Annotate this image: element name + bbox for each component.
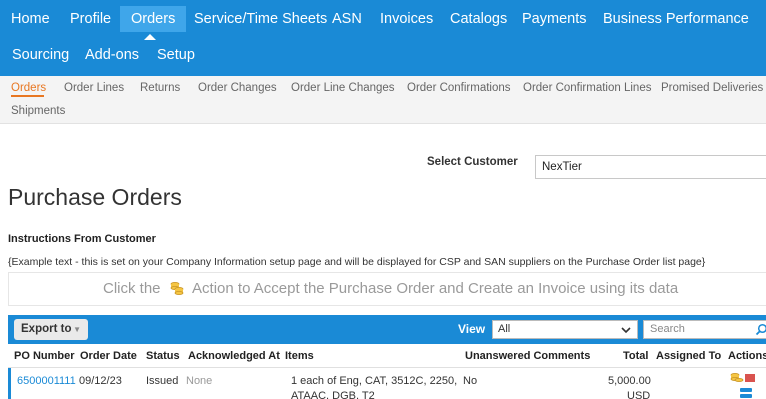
reject-icon[interactable] [745, 372, 755, 387]
view-label: View [458, 322, 486, 336]
subnav-order-lines[interactable]: Order Lines [64, 82, 124, 94]
total-currency: USD [627, 390, 651, 399]
subnav-shipments[interactable]: Shipments [11, 105, 65, 117]
items-line-1: 1 each of Eng, CAT, 3512C, 2250, [291, 375, 458, 387]
nav-add-ons[interactable]: Add-ons [74, 42, 150, 68]
nav-service-time-sheets[interactable]: Service/Time Sheets [183, 6, 338, 32]
subnav-order-confirmation-lines[interactable]: Order Confirmation Lines [523, 82, 651, 94]
instructions-text: {Example text - this is set on your Comp… [8, 256, 706, 268]
table-row: 6500001111 09/12/23 Issued None 1 each o… [8, 368, 766, 399]
col-total[interactable]: Total [623, 350, 648, 362]
subnav-promised-deliveries[interactable]: Promised Deliveries [661, 82, 763, 94]
chevron-down-icon: ▼ [73, 325, 81, 334]
banner-text-before: Click the [103, 280, 161, 297]
chevron-down-icon [621, 324, 631, 341]
nav-business-performance[interactable]: Business Performance [592, 6, 760, 32]
view-select[interactable]: All [492, 320, 638, 339]
active-tab-underline [11, 95, 44, 97]
table-header: PO Number Order Date Status Acknowledged… [8, 344, 766, 368]
col-assigned-to[interactable]: Assigned To [656, 350, 721, 362]
subnav-order-confirmations[interactable]: Order Confirmations [407, 82, 511, 94]
order-date: 09/12/23 [79, 375, 122, 387]
col-order-date[interactable]: Order Date [80, 350, 137, 362]
accept-invoice-banner: Click the Action to Accept the Purchase … [8, 272, 766, 306]
select-customer-label: Select Customer [427, 156, 518, 168]
subnav-orders[interactable]: Orders [11, 82, 46, 94]
col-po-number[interactable]: PO Number [14, 350, 75, 362]
items-line-2: ATAAC, DGB, T2 [291, 390, 375, 399]
instructions-title: Instructions From Customer [8, 233, 156, 245]
nav-payments[interactable]: Payments [511, 6, 597, 32]
customer-select[interactable]: NexTier [535, 155, 766, 179]
search-input[interactable]: Search [643, 320, 766, 339]
nav-setup[interactable]: Setup [146, 42, 206, 68]
export-to-label: Export to [21, 323, 72, 335]
col-acknowledged-at[interactable]: Acknowledged At [188, 350, 280, 362]
col-unanswered-comments[interactable]: Unanswered Comments [465, 350, 590, 362]
coin-stack-icon [169, 280, 185, 300]
top-navigation: Home Profile Orders Service/Time Sheets … [0, 0, 766, 76]
subnav-returns[interactable]: Returns [140, 82, 180, 94]
nav-invoices[interactable]: Invoices [369, 6, 444, 32]
active-caret-icon [144, 34, 156, 40]
subnav-order-changes[interactable]: Order Changes [198, 82, 277, 94]
export-to-button[interactable]: Export to ▼ [14, 319, 88, 340]
nav-sourcing[interactable]: Sourcing [1, 42, 80, 68]
search-icon[interactable] [755, 323, 766, 342]
nav-catalogs[interactable]: Catalogs [439, 6, 518, 32]
stack-icon[interactable] [739, 386, 753, 399]
nav-profile[interactable]: Profile [59, 6, 122, 32]
acknowledged-at: None [186, 375, 213, 387]
page-title: Purchase Orders [8, 184, 182, 210]
po-number-link[interactable]: 6500001111 [17, 374, 76, 389]
unanswered-comments: No [463, 375, 478, 387]
col-items[interactable]: Items [285, 350, 314, 362]
table-toolbar: Export to ▼ View All Search [8, 315, 766, 344]
total-amount: 5,000.00 [608, 375, 651, 387]
col-status[interactable]: Status [146, 350, 180, 362]
view-select-value: All [498, 323, 511, 335]
banner-text-after: Action to Accept the Purchase Order and … [192, 280, 679, 297]
nav-orders[interactable]: Orders [120, 6, 187, 32]
subnav-order-line-changes[interactable]: Order Line Changes [291, 82, 395, 94]
col-actions: Actions [728, 350, 766, 362]
nav-home[interactable]: Home [0, 6, 61, 32]
sub-navigation: Orders Order Lines Returns Order Changes… [0, 76, 766, 124]
nav-asn[interactable]: ASN [321, 6, 373, 32]
search-placeholder: Search [650, 323, 685, 335]
status: Issued [146, 375, 179, 387]
